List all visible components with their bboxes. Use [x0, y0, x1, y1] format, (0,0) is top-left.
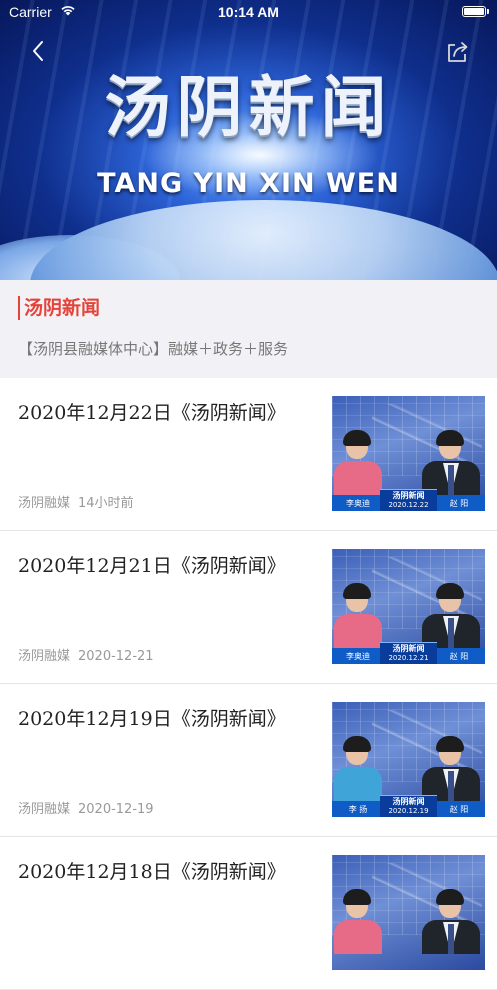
- anchor-name-right: 赵 阳: [449, 499, 469, 508]
- anchor-outfit: [334, 614, 382, 648]
- anchor-name-left: 李 扬: [348, 805, 368, 814]
- anchor-name-right: 赵 阳: [449, 652, 469, 661]
- back-icon[interactable]: [26, 38, 52, 64]
- news-meta: 汤阴融媒 14小时前: [18, 492, 134, 511]
- status-bar: Carrier 10:14 AM: [0, 0, 497, 26]
- news-thumbnail[interactable]: [332, 855, 485, 970]
- male-anchor: [422, 889, 480, 954]
- anchor-outfit: [334, 920, 382, 954]
- hero-title: 汤阴新闻: [104, 68, 393, 146]
- channel-description: 【汤阴县融媒体中心】融媒＋政务＋服务: [18, 340, 289, 358]
- anchor-name-right: 赵 阳: [449, 805, 469, 814]
- thumb-caption: 汤阴新闻: [392, 797, 425, 806]
- male-anchor: [422, 583, 480, 648]
- thumb-date: 2020.12.19: [388, 807, 429, 815]
- news-meta: 汤阴融媒 2020-12-21: [18, 645, 154, 664]
- male-anchor: [422, 430, 480, 495]
- thumb-caption: 汤阴新闻: [392, 644, 425, 653]
- news-item[interactable]: 2020年12月21日《汤阴新闻》 汤阴融媒 2020-12-21 李奥迪 汤阴新…: [0, 531, 497, 684]
- news-meta: 汤阴融媒 2020-12-19: [18, 798, 154, 817]
- hero-subtitle: TANG YIN XIN WEN: [97, 168, 400, 199]
- hero-banner: 汤阴新闻 TANG YIN XIN WEN: [0, 0, 497, 280]
- anchor-name-left: 李奥迪: [346, 652, 370, 661]
- thumb-date: 2020.12.22: [388, 501, 429, 509]
- news-thumbnail[interactable]: 李奥迪 汤阴新闻 2020.12.22 赵 阳: [332, 396, 485, 511]
- news-time: 14小时前: [78, 496, 134, 511]
- female-anchor: [334, 736, 382, 801]
- news-item[interactable]: 2020年12月19日《汤阴新闻》 汤阴融媒 2020-12-19 李 扬 汤阴新…: [0, 684, 497, 837]
- female-anchor: [334, 430, 382, 495]
- anchor-name-left: 李奥迪: [346, 499, 370, 508]
- news-item[interactable]: 2020年12月18日《汤阴新闻》: [0, 837, 497, 990]
- news-thumbnail[interactable]: 李奥迪 汤阴新闻 2020.12.21 赵 阳: [332, 549, 485, 664]
- news-source: 汤阴融媒: [18, 802, 71, 817]
- thumb-lower-third: 李奥迪 汤阴新闻 2020.12.21 赵 阳: [332, 642, 485, 664]
- news-list: 2020年12月22日《汤阴新闻》 汤阴融媒 14小时前 李奥迪 汤阴新闻 2020…: [0, 378, 497, 990]
- thumb-date: 2020.12.21: [388, 654, 429, 662]
- battery-cap: [487, 9, 489, 14]
- female-anchor: [334, 583, 382, 648]
- news-thumbnail[interactable]: 李 扬 汤阴新闻 2020.12.19 赵 阳: [332, 702, 485, 817]
- thumb-lower-third: 李奥迪 汤阴新闻 2020.12.22 赵 阳: [332, 489, 485, 511]
- channel-info: 汤阴新闻 【汤阴县融媒体中心】融媒＋政务＋服务: [0, 280, 497, 378]
- news-source: 汤阴融媒: [18, 649, 71, 664]
- channel-name: 汤阴新闻: [18, 296, 100, 320]
- news-time: 2020-12-19: [78, 802, 154, 817]
- news-title[interactable]: 2020年12月22日《汤阴新闻》: [18, 398, 318, 425]
- anchor-outfit: [334, 767, 382, 801]
- clock: 10:14 AM: [218, 4, 279, 20]
- share-icon[interactable]: [445, 39, 471, 65]
- news-source: 汤阴融媒: [18, 496, 71, 511]
- female-anchor: [334, 889, 382, 954]
- male-anchor: [422, 736, 480, 801]
- news-title[interactable]: 2020年12月21日《汤阴新闻》: [18, 551, 318, 578]
- anchor-outfit: [334, 461, 382, 495]
- thumb-caption: 汤阴新闻: [392, 491, 425, 500]
- news-title[interactable]: 2020年12月18日《汤阴新闻》: [18, 857, 318, 884]
- news-item[interactable]: 2020年12月22日《汤阴新闻》 汤阴融媒 14小时前 李奥迪 汤阴新闻 2020…: [0, 378, 497, 531]
- battery-icon: [462, 6, 486, 17]
- thumb-lower-third: 李 扬 汤阴新闻 2020.12.19 赵 阳: [332, 795, 485, 817]
- news-time: 2020-12-21: [78, 649, 154, 664]
- news-title[interactable]: 2020年12月19日《汤阴新闻》: [18, 704, 318, 731]
